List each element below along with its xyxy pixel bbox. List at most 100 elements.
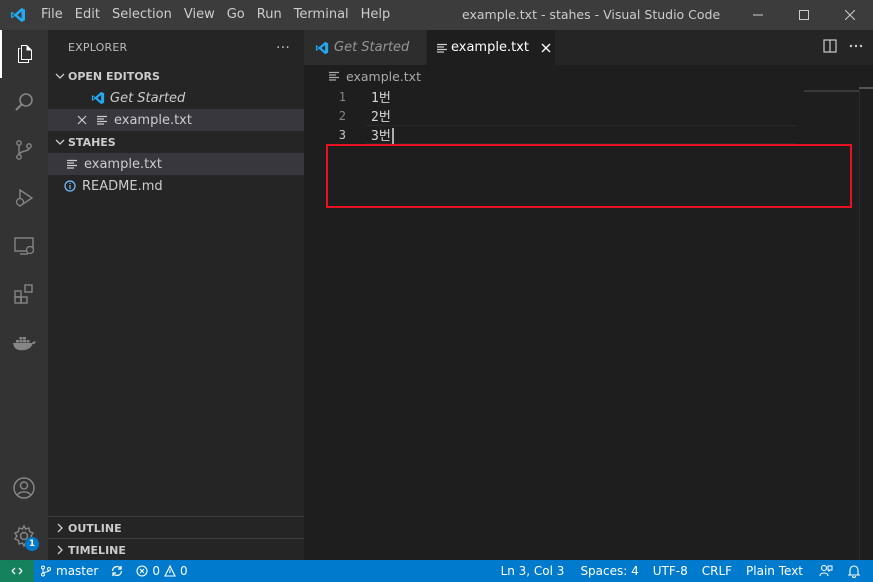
tab-get-started[interactable]: Get Started bbox=[304, 30, 427, 65]
warning-icon bbox=[164, 565, 176, 577]
sync-icon bbox=[112, 565, 123, 577]
file-label: example.txt bbox=[84, 156, 162, 172]
menu-help[interactable]: Help bbox=[355, 0, 397, 30]
folder-label: STAHES bbox=[68, 135, 116, 149]
warning-count: 0 bbox=[179, 564, 188, 578]
branch-icon bbox=[41, 565, 51, 577]
title-bar: File Edit Selection View Go Run Terminal… bbox=[0, 0, 873, 30]
editor-line[interactable]: 3 3번 bbox=[304, 125, 804, 145]
activity-manage[interactable]: 1 bbox=[0, 512, 48, 560]
explorer-icon bbox=[18, 45, 32, 63]
menu-view[interactable]: View bbox=[178, 0, 221, 30]
timeline-section-header[interactable]: TIMELINE bbox=[48, 538, 304, 561]
open-editor-label: Get Started bbox=[110, 90, 186, 106]
activity-explorer[interactable] bbox=[0, 30, 48, 78]
explorer-title: EXPLORER bbox=[68, 41, 128, 54]
breadcrumb-file[interactable]: example.txt bbox=[346, 69, 421, 84]
vscode-logo-icon bbox=[0, 0, 35, 30]
maximize-button[interactable] bbox=[781, 0, 827, 30]
activity-accounts[interactable] bbox=[0, 464, 48, 512]
folder-section-header[interactable]: STAHES bbox=[48, 131, 304, 153]
outline-section-header[interactable]: OUTLINE bbox=[48, 516, 304, 539]
editor-line[interactable]: 1 1번 bbox=[304, 87, 804, 107]
explorer-sidebar: EXPLORER ··· OPEN EDITORS Get Started ex… bbox=[48, 30, 304, 560]
menu-edit[interactable]: Edit bbox=[69, 0, 106, 30]
cursor-position[interactable]: Ln 3, Col 3 bbox=[495, 560, 571, 582]
account-icon bbox=[13, 477, 35, 499]
editor-actions bbox=[823, 30, 863, 65]
file-lines-icon bbox=[94, 109, 110, 131]
file-label: README.md bbox=[82, 178, 163, 194]
extensions-icon bbox=[14, 284, 33, 304]
text-cursor bbox=[391, 128, 394, 145]
file-item-example-txt[interactable]: example.txt bbox=[48, 153, 304, 175]
tab-label: Get Started bbox=[334, 40, 410, 55]
encoding-setting[interactable]: UTF-8 bbox=[645, 560, 694, 582]
menu-terminal[interactable]: Terminal bbox=[288, 0, 355, 30]
menu-run[interactable]: Run bbox=[251, 0, 288, 30]
line-text-with-cursor[interactable]: 3번 bbox=[371, 125, 394, 145]
file-lines-icon bbox=[64, 153, 80, 175]
line-text: 3번 bbox=[371, 128, 391, 144]
breadcrumb[interactable]: example.txt bbox=[304, 65, 873, 87]
chevron-down-icon bbox=[52, 65, 68, 87]
more-actions-button[interactable] bbox=[849, 39, 863, 57]
error-icon bbox=[136, 565, 148, 577]
file-item-readme-md[interactable]: README.md bbox=[48, 175, 304, 197]
sync-button[interactable] bbox=[104, 560, 130, 582]
chevron-right-icon bbox=[52, 539, 68, 561]
remote-indicator[interactable] bbox=[0, 560, 34, 582]
minimap[interactable] bbox=[804, 90, 859, 92]
vscode-logo-icon bbox=[90, 87, 106, 109]
editor-line[interactable]: 2 2번 bbox=[304, 106, 804, 126]
timeline-label: TIMELINE bbox=[68, 543, 126, 557]
open-editor-label: example.txt bbox=[114, 112, 192, 128]
explorer-more-actions-button[interactable]: ··· bbox=[276, 40, 290, 56]
menu-selection[interactable]: Selection bbox=[106, 0, 178, 30]
close-tab-button[interactable] bbox=[541, 43, 551, 53]
activity-extensions[interactable] bbox=[0, 270, 48, 318]
line-text[interactable]: 1번 bbox=[371, 87, 391, 106]
problems-indicator[interactable]: 0 0 bbox=[130, 560, 193, 582]
tab-example-txt[interactable]: example.txt bbox=[427, 30, 555, 65]
branch-indicator[interactable]: master bbox=[34, 560, 104, 582]
vertical-scrollbar[interactable] bbox=[859, 87, 873, 560]
split-editor-button[interactable] bbox=[823, 38, 837, 57]
remote-icon bbox=[11, 567, 23, 575]
annotation-highlight-box bbox=[326, 144, 852, 208]
activity-source-control[interactable] bbox=[0, 126, 48, 174]
activity-bar: 1 bbox=[0, 30, 48, 560]
file-lines-icon bbox=[326, 65, 342, 87]
open-editor-item-get-started[interactable]: Get Started bbox=[48, 87, 304, 109]
open-editor-item-example-txt[interactable]: example.txt bbox=[48, 109, 304, 131]
overview-ruler-marker bbox=[859, 87, 873, 89]
close-icon bbox=[845, 10, 855, 20]
activity-docker[interactable] bbox=[0, 318, 48, 366]
info-icon bbox=[62, 175, 78, 197]
tab-label: example.txt bbox=[451, 40, 529, 55]
activity-run-debug[interactable] bbox=[0, 174, 48, 222]
language-mode[interactable]: Plain Text bbox=[738, 560, 809, 582]
notifications-button[interactable] bbox=[839, 560, 867, 582]
eol-setting[interactable]: CRLF bbox=[694, 560, 738, 582]
close-editor-icon[interactable] bbox=[74, 109, 90, 131]
feedback-icon bbox=[819, 564, 833, 577]
chevron-down-icon bbox=[52, 131, 68, 153]
minimize-button[interactable] bbox=[735, 0, 781, 30]
remote-explorer-icon bbox=[14, 237, 35, 255]
menu-file[interactable]: File bbox=[35, 0, 69, 30]
activity-search[interactable] bbox=[0, 78, 48, 126]
open-editors-section-header[interactable]: OPEN EDITORS bbox=[48, 65, 304, 87]
menu-go[interactable]: Go bbox=[221, 0, 251, 30]
status-bar: master 0 0 Ln 3, Col 3 Spaces: 4 UTF-8 C… bbox=[0, 560, 873, 582]
run-debug-icon bbox=[15, 188, 34, 208]
chevron-right-icon bbox=[52, 517, 68, 539]
settings-badge: 1 bbox=[25, 537, 39, 551]
indentation-setting[interactable]: Spaces: 4 bbox=[570, 560, 644, 582]
activity-remote-explorer[interactable] bbox=[0, 222, 48, 270]
outline-label: OUTLINE bbox=[68, 521, 122, 535]
feedback-button[interactable] bbox=[809, 560, 839, 582]
line-text[interactable]: 2번 bbox=[371, 106, 391, 125]
docker-icon bbox=[13, 337, 36, 351]
close-window-button[interactable] bbox=[827, 0, 873, 30]
